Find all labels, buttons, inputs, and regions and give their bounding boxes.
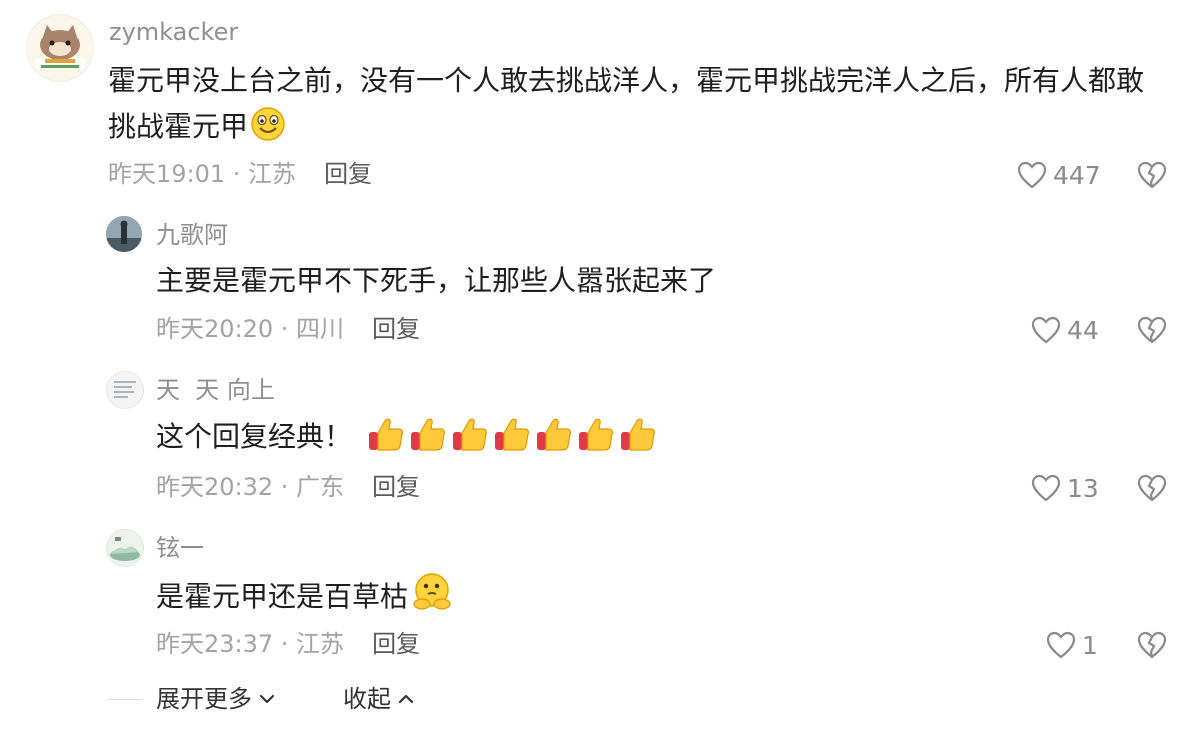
broken-heart-icon — [1137, 631, 1167, 659]
like-button[interactable]: 44 — [1031, 316, 1099, 344]
comment-text: 这个回复经典！ — [156, 414, 1156, 460]
like-button[interactable]: 447 — [1017, 161, 1101, 189]
comment-username[interactable]: 天 天 向上 — [156, 378, 275, 402]
heart-outline-icon — [1017, 161, 1047, 189]
divider — [108, 699, 142, 700]
comment-meta: 昨天20:32 · 广东 回复 — [156, 475, 420, 499]
comment-username[interactable]: 铉一 — [156, 536, 204, 560]
comment-username[interactable]: 九歌阿 — [156, 223, 228, 247]
broken-heart-icon — [1137, 474, 1167, 502]
thumbs-up-emoji — [453, 418, 487, 451]
dislike-button[interactable] — [1137, 474, 1167, 506]
avatar[interactable] — [106, 216, 142, 252]
dislike-button[interactable] — [1137, 631, 1167, 663]
thumbs-up-emoji — [537, 418, 571, 451]
like-count: 447 — [1053, 160, 1101, 190]
dislike-button[interactable] — [1137, 316, 1167, 348]
heart-outline-icon — [1031, 316, 1061, 344]
like-button[interactable]: 13 — [1031, 474, 1099, 502]
thumbs-up-emoji — [621, 418, 655, 451]
thinking-face-emoji — [410, 572, 456, 626]
heart-outline-icon — [1031, 474, 1061, 502]
comment-text: 霍元甲没上台之前，没有一个人敢去挑战洋人，霍元甲挑战完洋人之后，所有人都敢挑战霍… — [108, 58, 1168, 156]
comment-time-location: 昨天19:01 · 江苏 — [108, 160, 297, 188]
expand-more-button[interactable]: 展开更多 — [156, 687, 278, 711]
comment-meta: 昨天20:20 · 四川 回复 — [156, 317, 420, 341]
like-count: 13 — [1067, 473, 1099, 503]
thumbs-up-emoji — [411, 418, 445, 451]
like-count: 44 — [1067, 315, 1099, 345]
comment-text: 是霍元甲还是百草枯 — [156, 572, 1156, 626]
chevron-down-icon — [259, 694, 275, 704]
comment-time-location: 昨天23:37 · 江苏 — [156, 630, 345, 658]
grinning-face-emoji — [250, 106, 286, 156]
collapse-label: 收起 — [343, 685, 391, 713]
comment-meta: 昨天23:37 · 江苏 回复 — [156, 632, 420, 656]
thumbs-up-emoji — [495, 418, 529, 451]
comment-username[interactable]: zymkacker — [109, 20, 238, 44]
avatar[interactable] — [26, 14, 94, 82]
comment-text-body: 这个回复经典！ — [156, 420, 353, 453]
comment-text: 主要是霍元甲不下死手，让那些人嚣张起来了 — [156, 264, 717, 297]
avatar[interactable] — [106, 529, 144, 567]
collapse-button[interactable]: 收起 — [343, 687, 417, 711]
heart-outline-icon — [1046, 631, 1076, 659]
avatar[interactable] — [106, 371, 144, 409]
comment-text-body: 是霍元甲还是百草枯 — [156, 580, 409, 613]
thumbs-up-emoji — [579, 418, 613, 451]
broken-heart-icon — [1137, 316, 1167, 344]
reply-button[interactable]: 回复 — [372, 315, 420, 343]
thumbs-up-emoji-group — [366, 416, 658, 454]
dislike-button[interactable] — [1137, 161, 1167, 193]
broken-heart-icon — [1137, 161, 1167, 189]
thumbs-up-emoji — [369, 418, 403, 451]
like-button[interactable]: 1 — [1046, 631, 1098, 659]
chevron-up-icon — [398, 694, 414, 704]
comment-time-location: 昨天20:32 · 广东 — [156, 473, 345, 501]
expand-more-label: 展开更多 — [156, 685, 252, 713]
comment-time-location: 昨天20:20 · 四川 — [156, 315, 345, 343]
reply-button[interactable]: 回复 — [324, 160, 372, 188]
comment-meta: 昨天19:01 · 江苏 回复 — [108, 162, 372, 186]
reply-button[interactable]: 回复 — [372, 473, 420, 501]
like-count: 1 — [1082, 630, 1098, 660]
reply-button[interactable]: 回复 — [372, 630, 420, 658]
